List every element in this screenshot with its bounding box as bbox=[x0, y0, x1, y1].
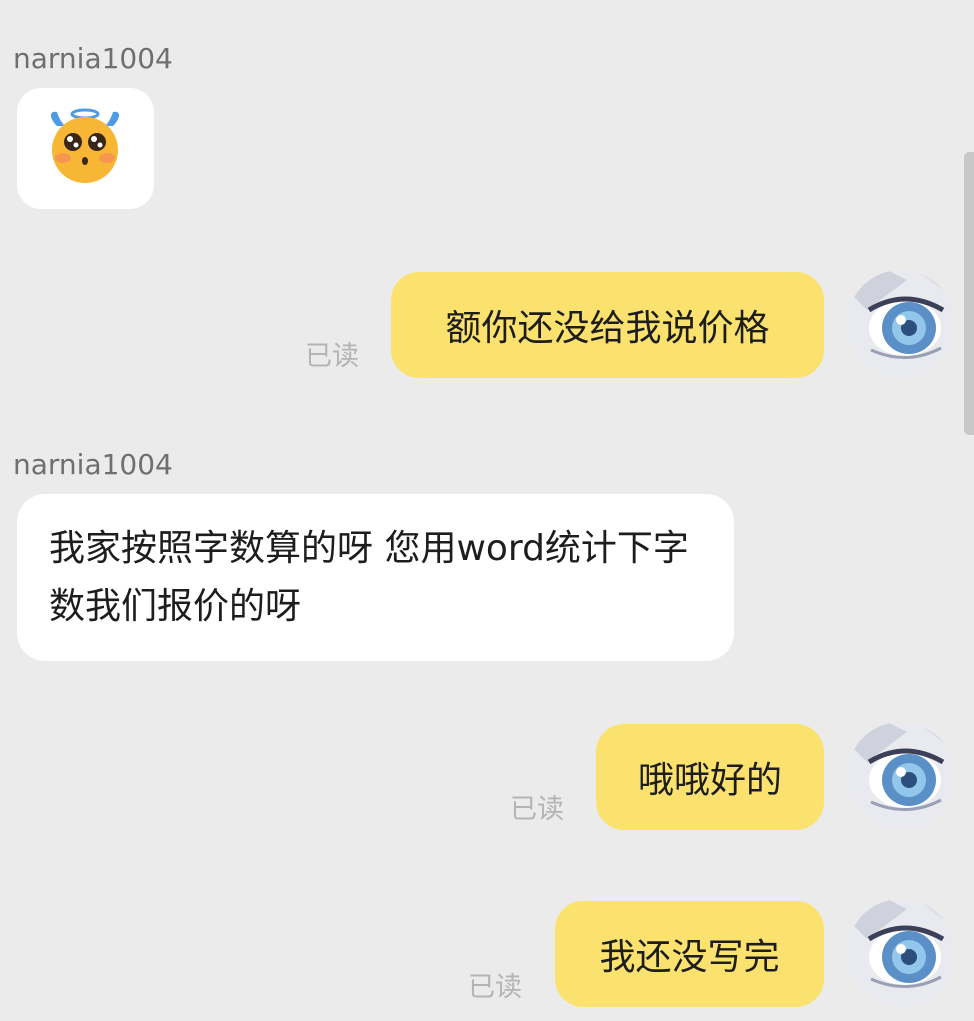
read-status: 已读 bbox=[510, 794, 564, 825]
angel-face-emoji-icon bbox=[51, 108, 119, 183]
sticker-message[interactable] bbox=[17, 88, 154, 209]
their-message-bubble[interactable]: 我家按照字数算的呀 您用word统计下字数我们报价的呀 bbox=[17, 494, 734, 661]
avatar[interactable] bbox=[847, 899, 955, 1007]
my-message-bubble[interactable]: 额你还没给我说价格 bbox=[391, 272, 824, 378]
my-message-bubble[interactable]: 我还没写完 bbox=[555, 901, 824, 1007]
read-status: 已读 bbox=[305, 341, 359, 372]
scrollbar[interactable] bbox=[964, 152, 974, 435]
my-message-bubble[interactable]: 哦哦好的 bbox=[596, 724, 824, 830]
sender-name: narnia1004 bbox=[13, 42, 173, 75]
avatar[interactable] bbox=[847, 722, 955, 830]
avatar[interactable] bbox=[847, 270, 955, 378]
read-status: 已读 bbox=[468, 972, 522, 1003]
sender-name: narnia1004 bbox=[13, 448, 173, 481]
